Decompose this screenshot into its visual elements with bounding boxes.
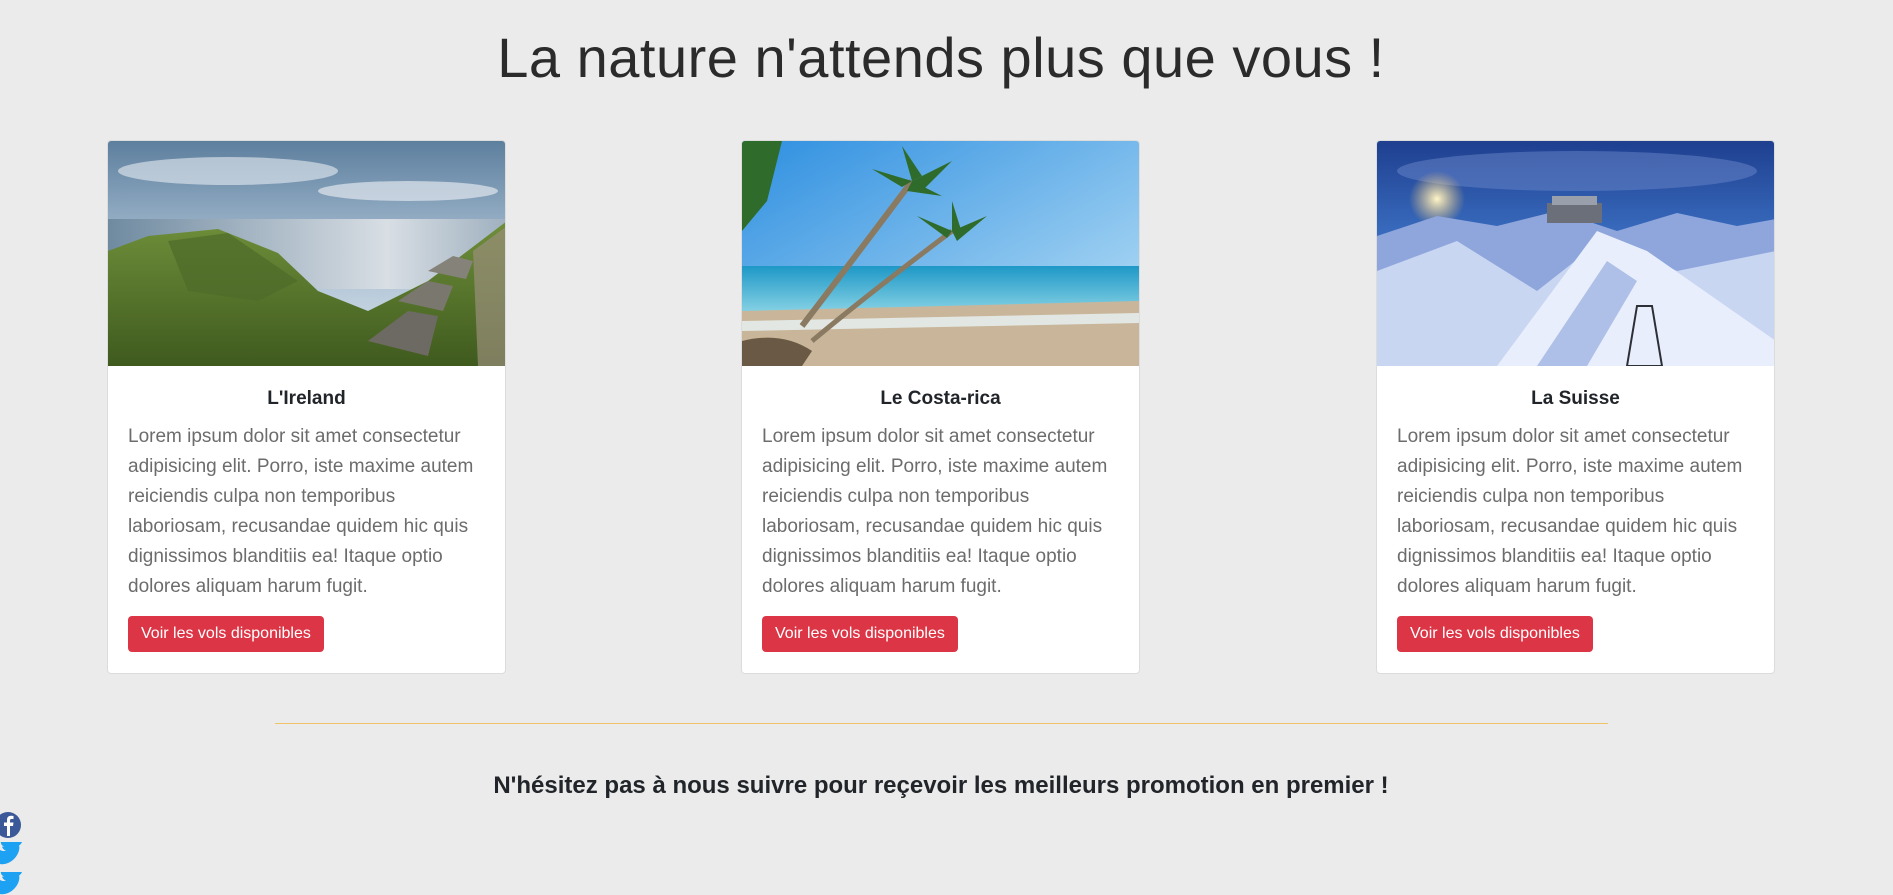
follow-us-text: N'hésitez pas à nous suivre pour reçevoi…	[493, 772, 1389, 799]
page: La nature n'attends plus que vous ! L'Ir…	[0, 0, 1893, 895]
card-title: L'Ireland	[267, 388, 346, 409]
card-ireland: L'Ireland Lorem ipsum dolor sit amet con…	[107, 140, 506, 674]
card-text: Lorem ipsum dolor sit amet consectetur a…	[762, 426, 1108, 597]
card-text: Lorem ipsum dolor sit amet consectetur a…	[1397, 426, 1743, 597]
card-image-costa-rica	[742, 141, 1139, 366]
card-text: Lorem ipsum dolor sit amet consectetur a…	[128, 426, 474, 597]
view-flights-button[interactable]: Voir les vols disponibles	[762, 616, 958, 652]
divider	[275, 723, 1608, 724]
card-body: L'Ireland Lorem ipsum dolor sit amet con…	[108, 366, 505, 672]
card-title: La Suisse	[1531, 388, 1620, 409]
twitter-icon[interactable]	[0, 872, 22, 895]
card-body: Le Costa-rica Lorem ipsum dolor sit amet…	[742, 366, 1139, 672]
twitter-icon[interactable]	[0, 842, 22, 870]
facebook-icon[interactable]	[0, 811, 22, 839]
card-title: Le Costa-rica	[880, 388, 1001, 409]
card-costa-rica: Le Costa-rica Lorem ipsum dolor sit amet…	[741, 140, 1140, 674]
view-flights-button[interactable]: Voir les vols disponibles	[128, 616, 324, 652]
page-title: La nature n'attends plus que vous !	[497, 26, 1385, 89]
card-image-suisse	[1377, 141, 1774, 366]
view-flights-button[interactable]: Voir les vols disponibles	[1397, 616, 1593, 652]
card-suisse: La Suisse Lorem ipsum dolor sit amet con…	[1376, 140, 1775, 674]
card-body: La Suisse Lorem ipsum dolor sit amet con…	[1377, 366, 1774, 672]
card-image-ireland	[108, 141, 505, 366]
